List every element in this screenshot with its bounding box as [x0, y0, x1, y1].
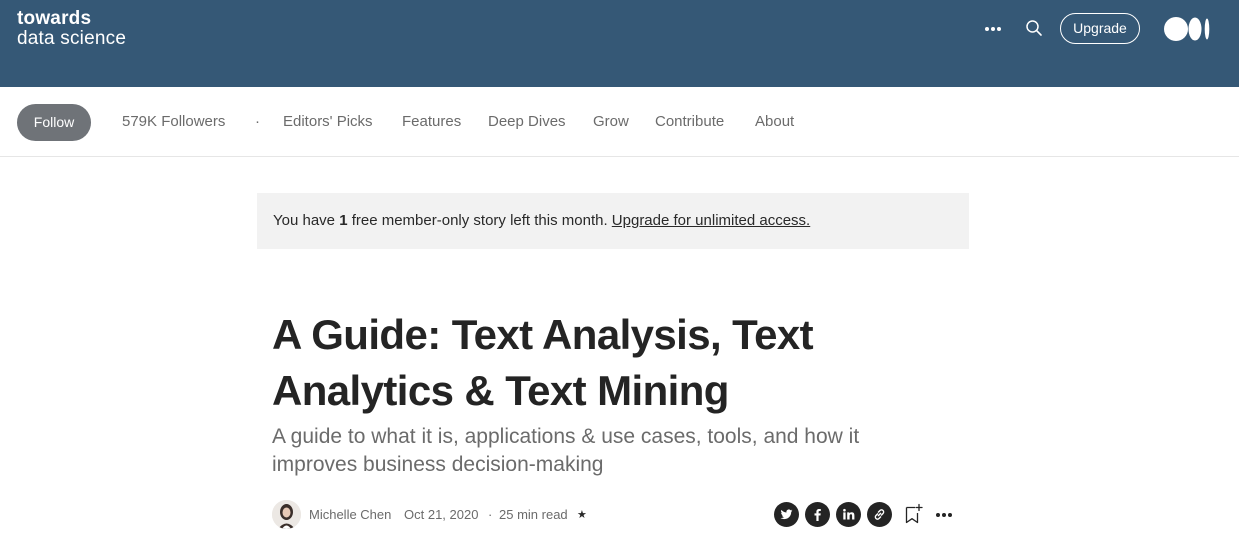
- upgrade-link[interactable]: Upgrade for unlimited access.: [612, 212, 810, 229]
- member-star-icon: ★: [577, 509, 587, 521]
- nav-link-contribute[interactable]: Contribute: [655, 87, 724, 157]
- nav-link-about[interactable]: About: [755, 87, 794, 157]
- nav-link-grow[interactable]: Grow: [593, 87, 629, 157]
- brand-line-1: towards: [17, 8, 92, 29]
- facebook-icon[interactable]: [805, 502, 830, 527]
- read-time: 25 min read: [499, 507, 568, 522]
- top-bar: towards data science Upgrade: [0, 0, 1239, 87]
- twitter-icon[interactable]: [774, 502, 799, 527]
- member-story-banner: You have 1 free member-only story left t…: [257, 193, 969, 249]
- author-name[interactable]: Michelle Chen: [309, 507, 391, 522]
- brand-line-2: data science: [17, 28, 127, 49]
- publish-date: Oct 21, 2020: [404, 507, 479, 522]
- follow-button[interactable]: Follow: [17, 104, 91, 141]
- publication-logo[interactable]: towards data science: [17, 9, 126, 49]
- article-byline: Michelle Chen Oct 21, 2020 · 25 min read…: [272, 500, 972, 530]
- article-title: A Guide: Text Analysis, Text Analytics &…: [272, 311, 814, 414]
- more-actions-icon[interactable]: [934, 505, 954, 525]
- bookmark-add-icon[interactable]: [904, 503, 924, 525]
- article-subtitle: A guide to what it is, applications & us…: [272, 425, 860, 476]
- nav-link-features[interactable]: Features: [402, 87, 461, 157]
- upgrade-button[interactable]: Upgrade: [1060, 13, 1140, 44]
- more-options-icon[interactable]: [983, 18, 1003, 38]
- nav-link-deep-dives[interactable]: Deep Dives: [488, 87, 566, 157]
- nav-link-editors-picks[interactable]: Editors' Picks: [283, 87, 373, 157]
- link-icon[interactable]: [867, 502, 892, 527]
- followers-count[interactable]: 579K Followers: [122, 87, 225, 157]
- banner-suffix: free member-only story left this month.: [347, 212, 612, 229]
- banner-count: 1: [339, 212, 348, 229]
- byline-separator: ·: [488, 507, 493, 522]
- publication-nav: Follow 579K Followers · Editors' Picks F…: [0, 87, 1239, 157]
- author-avatar[interactable]: [272, 500, 301, 529]
- medium-logo-icon[interactable]: [1163, 16, 1211, 42]
- linkedin-icon[interactable]: [836, 502, 861, 527]
- banner-prefix: You have: [273, 212, 340, 229]
- search-icon[interactable]: [1024, 18, 1044, 38]
- nav-separator: ·: [255, 113, 260, 130]
